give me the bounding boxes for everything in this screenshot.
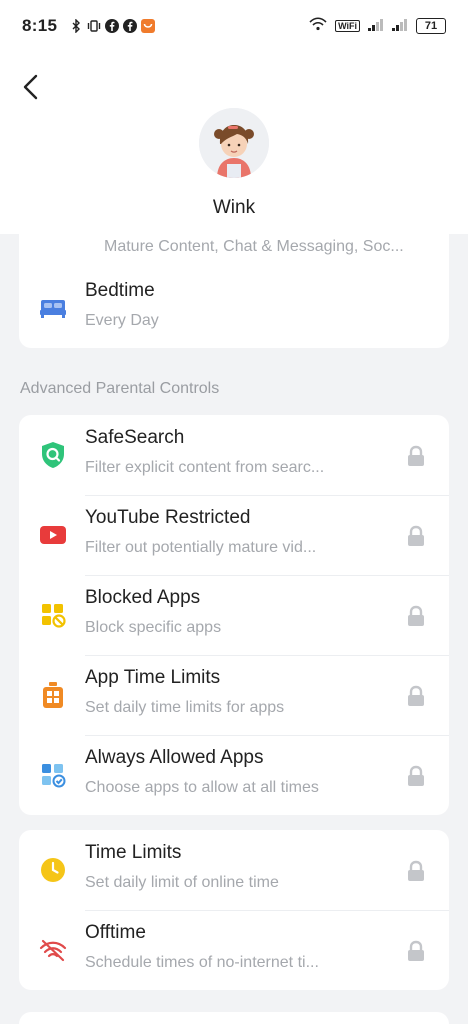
item-subtitle: Choose apps to allow at all times [85, 779, 319, 796]
wifi-icon [309, 16, 327, 36]
back-button[interactable] [20, 74, 42, 100]
item-subtitle: Set daily time limits for apps [85, 699, 285, 716]
blocked-apps-icon [39, 601, 67, 629]
facebook-icon [105, 19, 120, 33]
lock-icon [406, 940, 426, 962]
section-label: Advanced Parental Controls [20, 380, 220, 397]
app-notification-icon [141, 19, 156, 33]
signal-icon [392, 16, 408, 36]
wifi-label: WiFi [335, 20, 360, 32]
item-subtitle: Set daily limit of online time [85, 874, 279, 891]
item-subtitle: Schedule times of no-internet ti... [85, 954, 319, 971]
clock-icon [39, 856, 67, 884]
list-item-app-time-limits[interactable]: App Time Limits Set daily time limits fo… [19, 655, 449, 735]
partial-subtitle: Mature Content, Chat & Messaging, Soc... [104, 238, 404, 255]
lock-icon [406, 445, 426, 467]
list-item-bedtime[interactable]: Bedtime Every Day [19, 268, 449, 348]
list-item-blocked-apps[interactable]: Blocked Apps Block specific apps [19, 575, 449, 655]
list-item-always-allowed-apps[interactable]: Always Allowed Apps Choose apps to allow… [19, 735, 449, 815]
item-subtitle: Block specific apps [85, 619, 222, 636]
chevron-left-icon [23, 74, 38, 100]
bed-icon [39, 294, 67, 322]
status-bar: 8:15 WiFi 71 [0, 0, 468, 52]
item-title: SafeSearch [85, 427, 185, 448]
youtube-icon [39, 521, 67, 549]
list-item-time-limits[interactable]: Time Limits Set daily limit of online ti… [19, 830, 449, 910]
item-title: App Time Limits [85, 667, 221, 688]
facebook-icon [123, 19, 138, 33]
item-title: YouTube Restricted [85, 507, 251, 528]
item-title: Bedtime [85, 280, 155, 301]
status-time: 8:15 [22, 16, 58, 35]
settings-card-top: Mature Content, Chat & Messaging, Soc...… [19, 234, 449, 348]
profile-header: Wink [0, 52, 468, 234]
allowed-apps-icon [39, 761, 67, 789]
bluetooth-icon [69, 19, 83, 33]
lock-icon [406, 765, 426, 787]
advanced-controls-card: SafeSearch Filter explicit content from … [19, 415, 449, 815]
avatar[interactable] [199, 108, 269, 178]
next-card-edge [19, 1012, 449, 1024]
item-subtitle: Every Day [85, 312, 159, 329]
item-subtitle: Filter out potentially mature vid... [85, 539, 317, 556]
battery-indicator: 71 [416, 18, 446, 34]
shield-search-icon [39, 441, 67, 469]
profile-name: Wink [212, 197, 256, 218]
lock-icon [406, 860, 426, 882]
list-item-youtube-restricted[interactable]: YouTube Restricted Filter out potentiall… [19, 495, 449, 575]
item-title: Always Allowed Apps [85, 747, 264, 768]
app-timer-icon [39, 681, 67, 709]
vibrate-icon [87, 19, 101, 33]
item-title: Offtime [85, 922, 146, 943]
wifi-off-icon [39, 936, 67, 964]
lock-icon [406, 685, 426, 707]
list-item-offtime[interactable]: Offtime Schedule times of no-internet ti… [19, 910, 449, 990]
time-controls-card: Time Limits Set daily limit of online ti… [19, 830, 449, 990]
item-title: Time Limits [85, 842, 182, 863]
item-subtitle: Filter explicit content from searc... [85, 459, 325, 476]
signal-icon [368, 16, 384, 36]
lock-icon [406, 605, 426, 627]
item-title: Blocked Apps [85, 587, 201, 608]
list-item-safesearch[interactable]: SafeSearch Filter explicit content from … [19, 415, 449, 495]
lock-icon [406, 525, 426, 547]
